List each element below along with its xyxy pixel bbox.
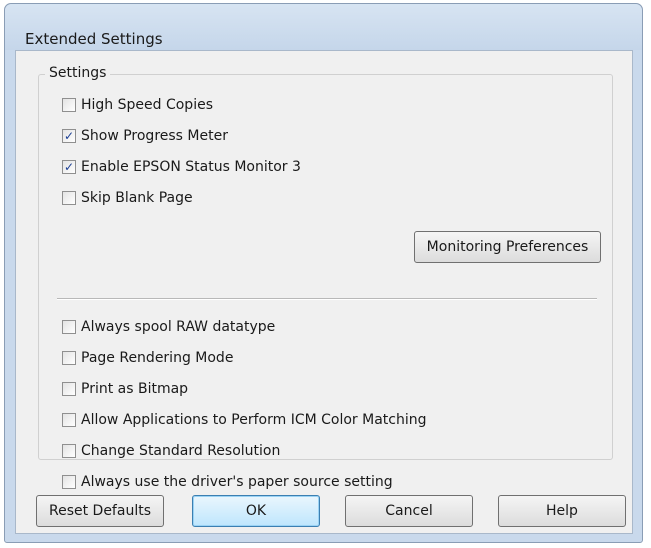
- help-button[interactable]: Help: [498, 495, 626, 527]
- page-rendering-mode-label: Page Rendering Mode: [81, 350, 234, 366]
- page-rendering-mode-option[interactable]: Page Rendering Mode: [62, 349, 233, 367]
- print-as-bitmap-label: Print as Bitmap: [81, 381, 189, 397]
- dialog-title: Extended Settings: [25, 30, 163, 48]
- always-spool-raw-checkbox[interactable]: [62, 320, 76, 334]
- icm-color-matching-option[interactable]: Allow Applications to Perform ICM Color …: [62, 411, 427, 429]
- icm-color-matching-checkbox[interactable]: [62, 413, 76, 427]
- high-speed-copies-option[interactable]: High Speed Copies: [62, 96, 213, 114]
- driver-paper-source-label: Always use the driver's paper source set…: [81, 474, 393, 490]
- high-speed-copies-checkbox[interactable]: [62, 98, 76, 112]
- change-standard-resolution-label: Change Standard Resolution: [81, 443, 281, 459]
- driver-paper-source-option[interactable]: Always use the driver's paper source set…: [62, 473, 393, 491]
- checkmark-icon: ✓: [63, 129, 75, 143]
- show-progress-meter-label: Show Progress Meter: [81, 128, 228, 144]
- enable-status-monitor-label: Enable EPSON Status Monitor 3: [81, 159, 301, 175]
- always-spool-raw-option[interactable]: Always spool RAW datatype: [62, 318, 275, 336]
- settings-group-label: Settings: [45, 65, 111, 81]
- dialog-client-area: Settings High Speed Copies ✓ Show Progre…: [15, 50, 633, 534]
- skip-blank-page-checkbox[interactable]: [62, 191, 76, 205]
- driver-paper-source-checkbox[interactable]: [62, 475, 76, 489]
- print-as-bitmap-checkbox[interactable]: [62, 382, 76, 396]
- monitoring-preferences-button[interactable]: Monitoring Preferences: [414, 231, 601, 263]
- cancel-button[interactable]: Cancel: [345, 495, 473, 527]
- skip-blank-page-label: Skip Blank Page: [81, 190, 193, 206]
- change-standard-resolution-option[interactable]: Change Standard Resolution: [62, 442, 280, 460]
- checkmark-icon: ✓: [63, 160, 75, 174]
- reset-defaults-button[interactable]: Reset Defaults: [36, 495, 164, 527]
- settings-groupbox: Settings High Speed Copies ✓ Show Progre…: [38, 65, 613, 490]
- always-spool-raw-label: Always spool RAW datatype: [81, 319, 276, 335]
- change-standard-resolution-checkbox[interactable]: [62, 444, 76, 458]
- extended-settings-dialog: Extended Settings Settings High Speed Co…: [4, 3, 643, 543]
- enable-status-monitor-option[interactable]: ✓ Enable EPSON Status Monitor 3: [62, 158, 301, 176]
- print-as-bitmap-option[interactable]: Print as Bitmap: [62, 380, 188, 398]
- page-rendering-mode-checkbox[interactable]: [62, 351, 76, 365]
- title-bar[interactable]: Extended Settings: [5, 4, 642, 50]
- skip-blank-page-option[interactable]: Skip Blank Page: [62, 189, 193, 207]
- ok-button[interactable]: OK: [192, 495, 320, 527]
- settings-separator: [57, 298, 597, 300]
- show-progress-meter-checkbox[interactable]: ✓: [62, 129, 76, 143]
- icm-color-matching-label: Allow Applications to Perform ICM Color …: [81, 412, 427, 428]
- high-speed-copies-label: High Speed Copies: [81, 97, 213, 113]
- enable-status-monitor-checkbox[interactable]: ✓: [62, 160, 76, 174]
- show-progress-meter-option[interactable]: ✓ Show Progress Meter: [62, 127, 228, 145]
